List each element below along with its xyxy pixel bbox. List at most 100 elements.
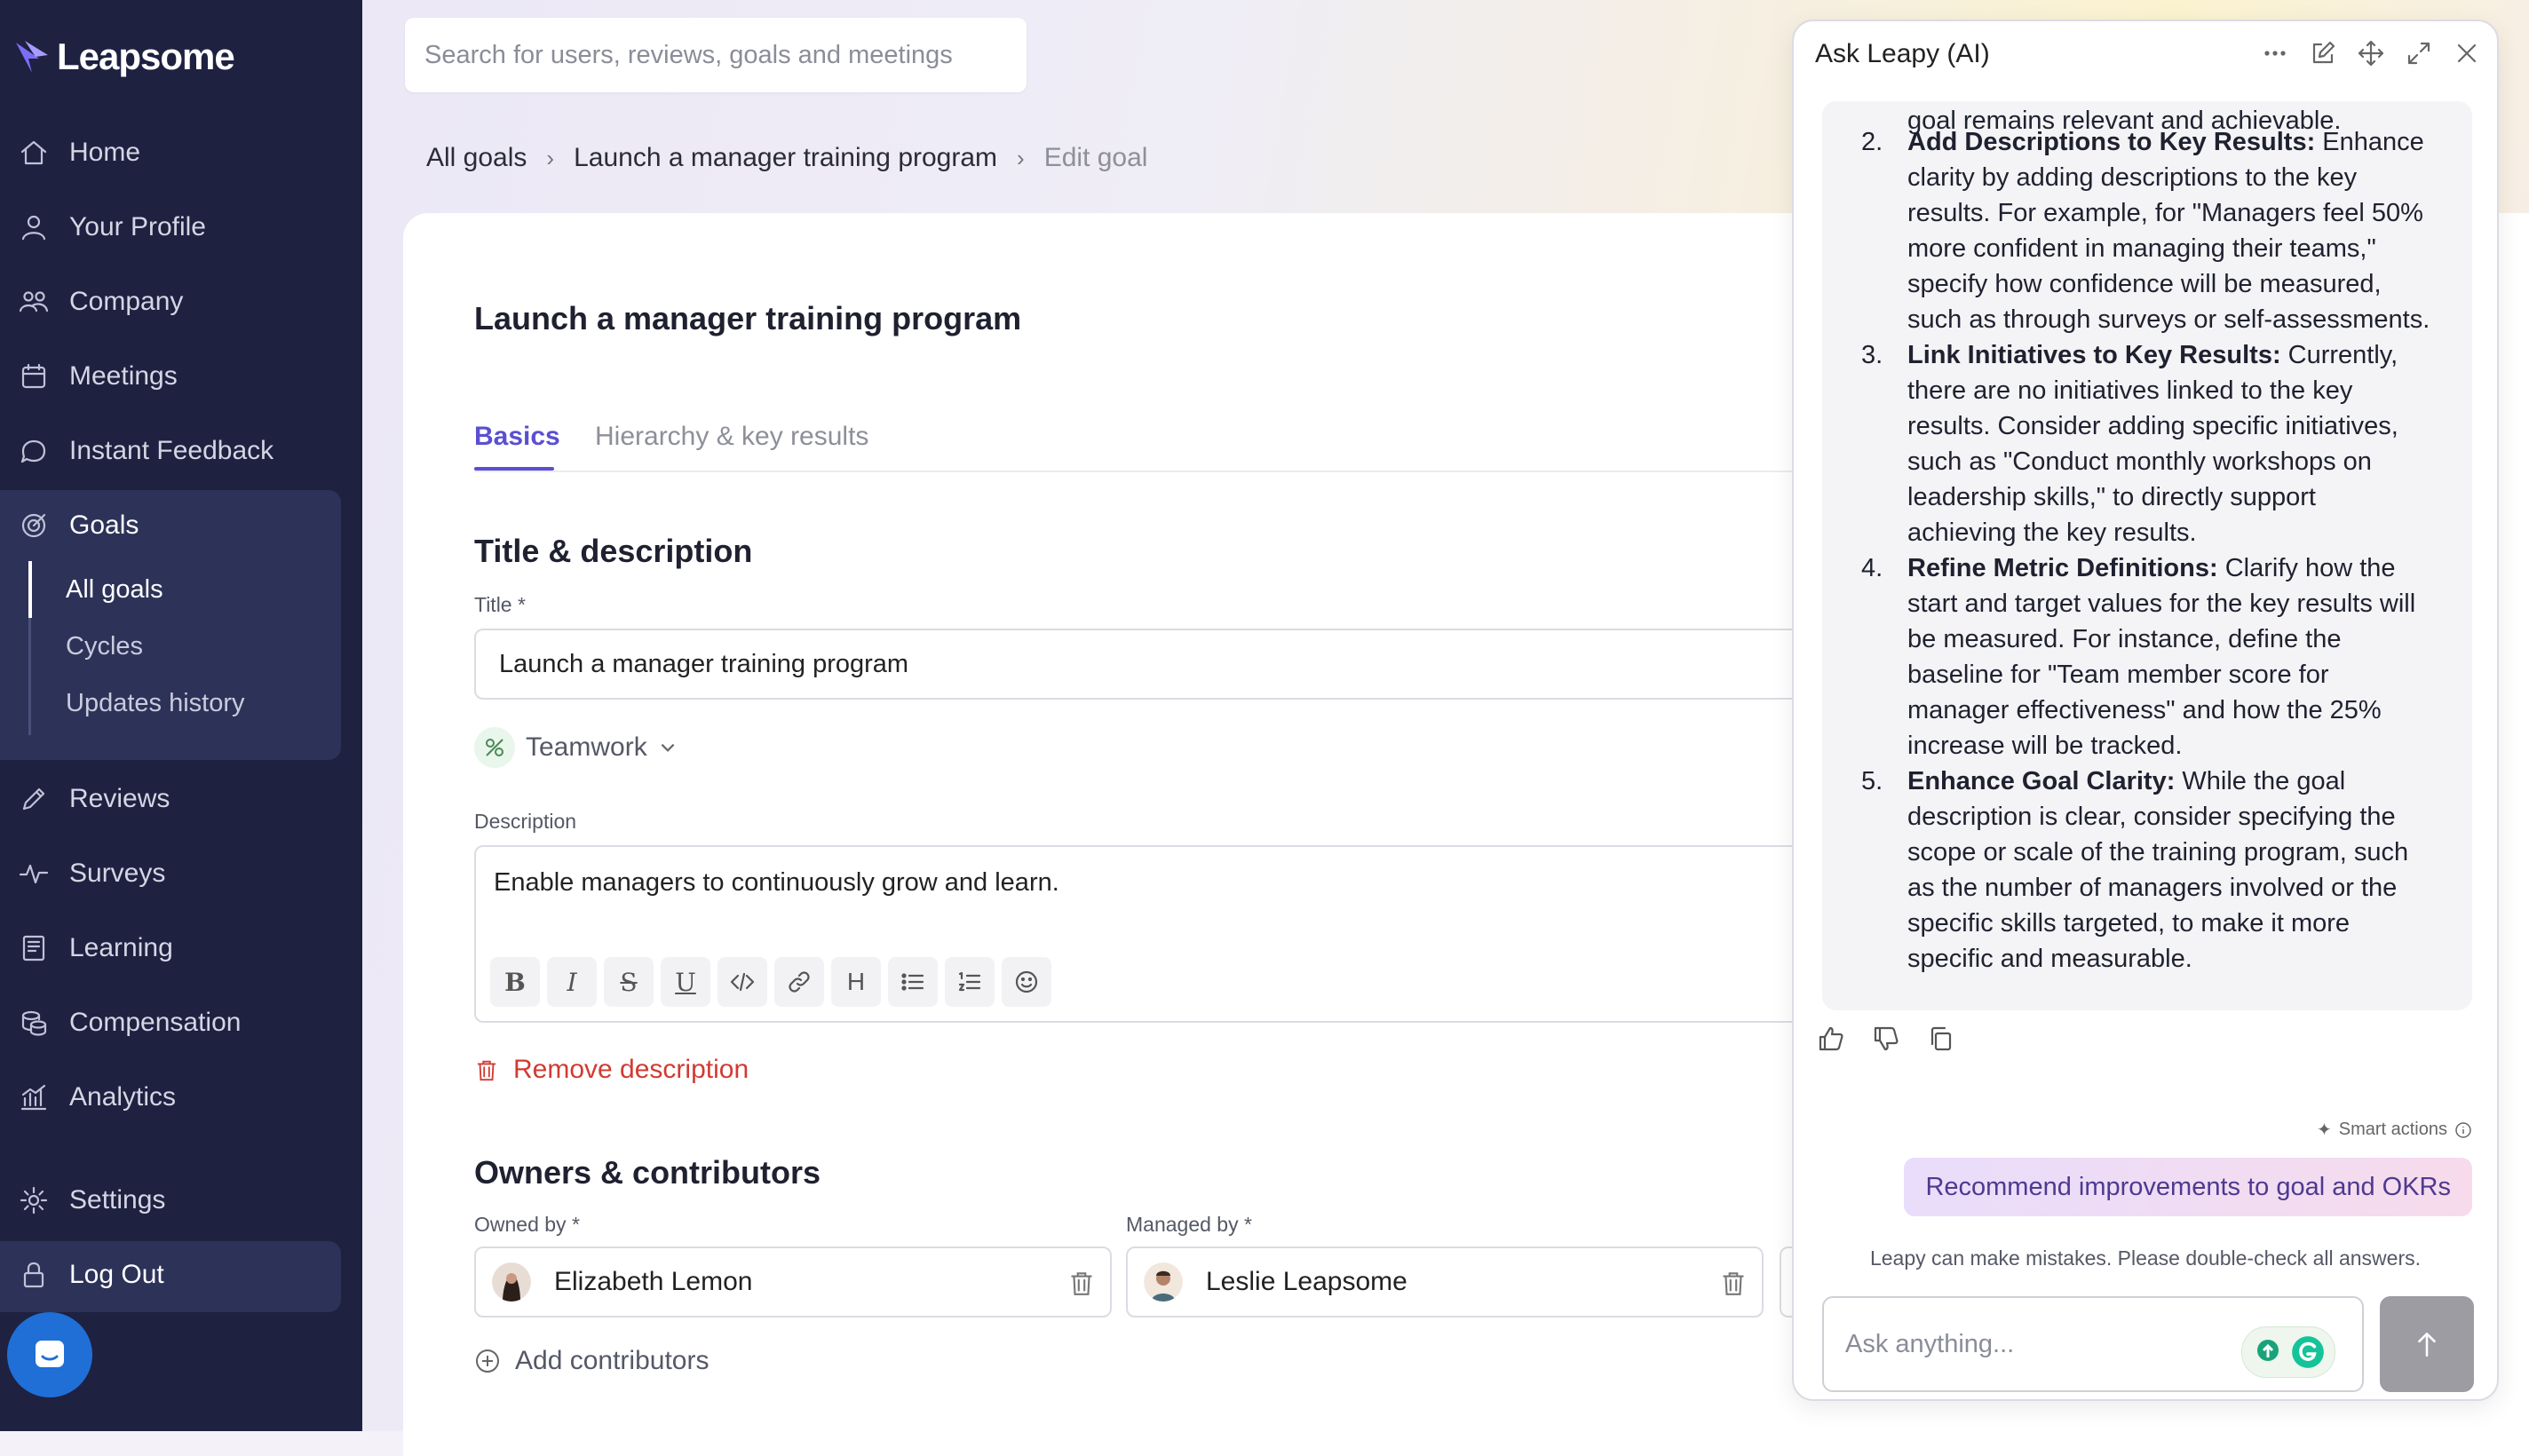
bullet-list-button[interactable] — [888, 957, 938, 1007]
section-title-description: Title & description — [474, 533, 753, 569]
sidebar-item-label: Your Profile — [69, 212, 206, 241]
ai-line: manager effectiveness" and how the 25% — [1907, 696, 2382, 724]
code-button[interactable] — [717, 957, 767, 1007]
search-input[interactable]: Search for users, reviews, goals and mee… — [405, 18, 1027, 92]
sidebar-item-goals[interactable]: Goals — [18, 499, 139, 552]
sidebar-item-label: Meetings — [69, 361, 178, 391]
sidebar-item-log-out[interactable]: Log Out — [18, 1248, 164, 1302]
category-tag-label: Teamwork — [526, 732, 647, 762]
add-contributors-button[interactable]: Add contributors — [474, 1346, 709, 1376]
trash-icon — [477, 1060, 496, 1081]
sidebar-item-meetings[interactable]: Meetings — [18, 350, 178, 403]
bold-icon: B — [504, 967, 526, 997]
goals-sub-rail-active — [28, 561, 32, 618]
sparkle-icon: ✦ — [2316, 1120, 2332, 1140]
sidebar-subitem-cycles[interactable]: Cycles — [66, 627, 143, 666]
managed-by-field[interactable]: Leslie Leapsome — [1126, 1246, 1764, 1318]
description-text[interactable]: Enable managers to continuously grow and… — [494, 868, 1059, 898]
send-button[interactable] — [2380, 1296, 2474, 1392]
underline-button[interactable]: U — [661, 957, 710, 1007]
ai-line: be measured. For instance, define the — [1907, 625, 2342, 653]
ai-line: Link Initiatives to Key Results: Current… — [1907, 341, 2398, 369]
more-icon[interactable] — [2261, 39, 2289, 67]
chat-support-icon — [36, 1341, 64, 1367]
edit-icon[interactable] — [2309, 39, 2337, 67]
sidebar-item-surveys[interactable]: Surveys — [18, 847, 165, 900]
coins-icon — [21, 1010, 47, 1036]
formatting-toolbar: B I S U H — [490, 957, 1051, 1007]
leapsome-logo-icon — [16, 41, 48, 73]
manager-name: Leslie Leapsome — [1206, 1267, 1407, 1296]
sidebar-item-company[interactable]: Company — [18, 275, 183, 328]
grammarly-icon — [2292, 1336, 2324, 1368]
heading-button[interactable]: H — [831, 957, 881, 1007]
ai-line: Enhance Goal Clarity: While the goal — [1907, 767, 2346, 795]
owned-by-field[interactable]: Elizabeth Lemon — [474, 1246, 1112, 1318]
copy-icon[interactable] — [1927, 1025, 1955, 1053]
sidebar-item-label: Settings — [69, 1185, 166, 1215]
grammarly-widget[interactable] — [2241, 1326, 2335, 1378]
leapsome-logo[interactable]: Leapsome — [12, 32, 235, 82]
tab-basics[interactable]: Basics — [474, 417, 560, 456]
pulse-icon — [19, 864, 49, 884]
ai-line: such as through surveys or self-assessme… — [1907, 305, 2430, 334]
sidebar-item-instant-feedback[interactable]: Instant Feedback — [18, 424, 274, 478]
sidebar-item-analytics[interactable]: Analytics — [18, 1071, 176, 1124]
thumbs-up-icon[interactable] — [1817, 1025, 1845, 1053]
description-field-label: Description — [474, 810, 577, 833]
expand-icon[interactable] — [2405, 39, 2433, 67]
owner-name: Elizabeth Lemon — [554, 1267, 753, 1296]
thumbs-down-icon[interactable] — [1872, 1025, 1900, 1053]
suggestion-button[interactable]: Recommend improvements to goal and OKRs — [1904, 1158, 2472, 1216]
link-button[interactable] — [774, 957, 824, 1007]
sidebar-subitem-all-goals[interactable]: All goals — [66, 570, 163, 609]
ai-response-message: goal remains relevant and achievable. 2.… — [1822, 101, 2472, 1010]
bold-button[interactable]: B — [490, 957, 540, 1007]
close-icon[interactable] — [2453, 39, 2481, 67]
sidebar-item-settings[interactable]: Settings — [18, 1174, 165, 1227]
ai-line: start and target values for the key resu… — [1907, 590, 2416, 618]
emoji-button[interactable] — [1002, 957, 1051, 1007]
sidebar-item-learning[interactable]: Learning — [18, 922, 173, 975]
chart-icon — [20, 1084, 47, 1111]
ai-disclaimer: Leapy can make mistakes. Please double-c… — [1869, 1246, 2422, 1270]
breadcrumb-goal[interactable]: Launch a manager training program — [574, 143, 997, 173]
ask-input[interactable]: Ask anything... — [1822, 1296, 2364, 1392]
trash-icon[interactable] — [1719, 1268, 1748, 1298]
ai-assistant-panel: Ask Leapy (AI) goal remains relevant and… — [1792, 20, 2499, 1401]
chevron-right-icon: › — [1017, 144, 1025, 171]
category-tag[interactable]: Teamwork — [474, 726, 678, 769]
search-placeholder: Search for users, reviews, goals and mee… — [424, 40, 953, 69]
sidebar-item-label: Home — [69, 138, 141, 167]
info-icon[interactable] — [2454, 1121, 2472, 1139]
breadcrumb-all-goals[interactable]: All goals — [426, 143, 527, 173]
sidebar-item-compensation[interactable]: Compensation — [18, 996, 241, 1049]
sidebar-item-home[interactable]: Home — [18, 126, 140, 179]
home-icon — [20, 140, 47, 165]
numbered-list-button[interactable] — [945, 957, 995, 1007]
sidebar-item-your-profile[interactable]: Your Profile — [18, 201, 206, 254]
tab-hierarchy-key-results[interactable]: Hierarchy & key results — [595, 417, 868, 456]
list-number: 4. — [1861, 554, 1883, 582]
strikethrough-button[interactable]: S — [604, 957, 654, 1007]
italic-button[interactable]: I — [547, 957, 597, 1007]
book-icon — [22, 935, 45, 961]
lock-icon — [23, 1262, 44, 1288]
ai-line: clarity by adding descriptions to the ke… — [1907, 163, 2358, 192]
title-input[interactable]: Launch a manager training program — [474, 629, 1824, 700]
tab-divider — [474, 471, 1806, 472]
sidebar-subitem-updates-history[interactable]: Updates history — [66, 684, 245, 723]
ai-line: Refine Metric Definitions: Clarify how t… — [1907, 554, 2396, 582]
ai-line: results. Consider adding specific initia… — [1907, 412, 2398, 440]
managed-by-label: Managed by * — [1126, 1213, 1252, 1236]
support-chat-button[interactable] — [7, 1312, 92, 1397]
calendar-icon — [21, 363, 46, 389]
sidebar: Leapsome Home Your Profile Company Meeti… — [0, 0, 362, 1431]
ai-panel-title: Ask Leapy (AI) — [1815, 39, 1990, 68]
trash-icon[interactable] — [1067, 1268, 1096, 1298]
sidebar-item-label: Company — [69, 287, 184, 316]
people-icon — [19, 291, 49, 313]
remove-description-button[interactable]: Remove description — [474, 1055, 749, 1085]
move-icon[interactable] — [2357, 39, 2385, 67]
sidebar-item-reviews[interactable]: Reviews — [18, 772, 170, 826]
